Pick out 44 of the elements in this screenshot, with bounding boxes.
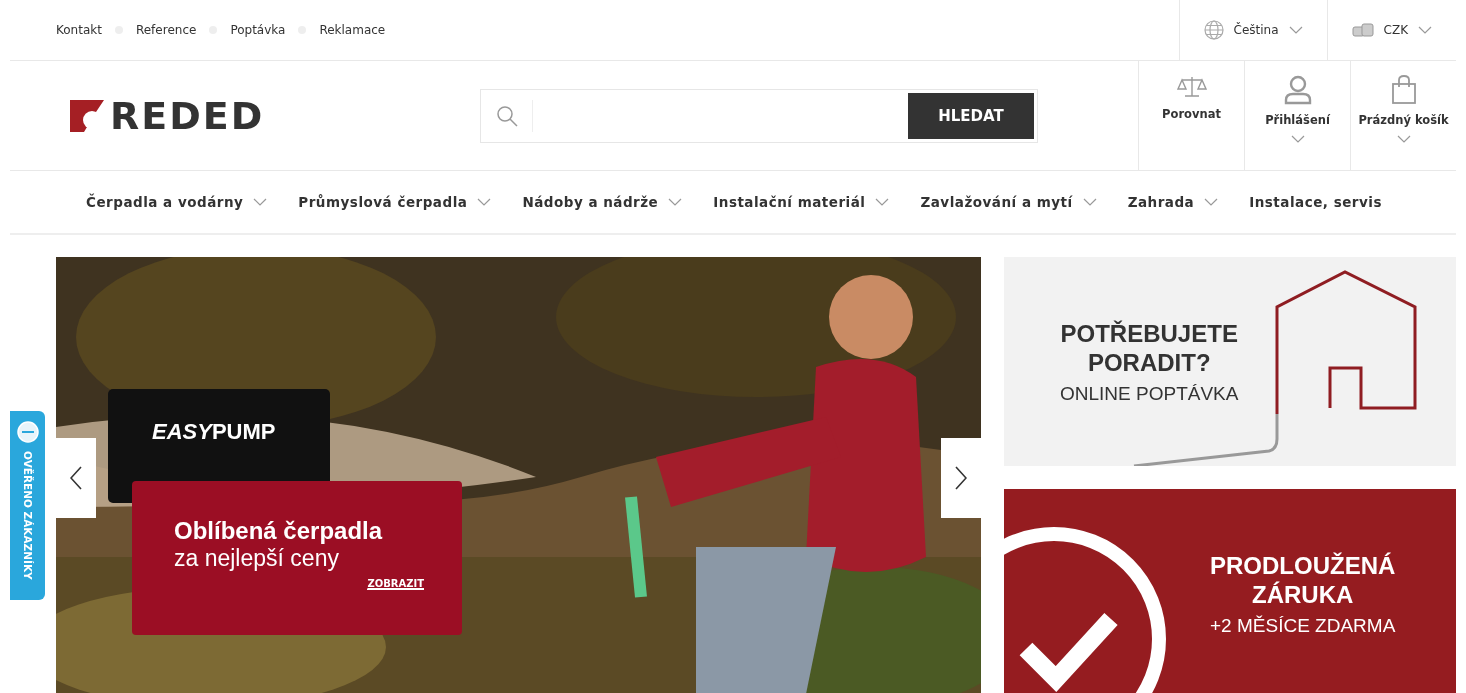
scales-icon: [1176, 75, 1207, 99]
header-action[interactable]: Přihlášení: [1244, 61, 1350, 170]
nav-item[interactable]: Zahrada: [1121, 193, 1225, 211]
nav-item[interactable]: Nádoby a nádrže: [516, 193, 689, 211]
nav-item[interactable]: Instalace, servis: [1243, 193, 1388, 211]
search-field[interactable]: HLEDAT: [480, 88, 1038, 143]
promo-banner[interactable]: PRODLOUŽENÁ ZÁRUKA +2 MĚSÍCE ZDARMA: [1004, 489, 1456, 693]
logo-mark-icon: [70, 97, 106, 134]
brand-name: EASYPUMP: [152, 419, 276, 444]
search-button[interactable]: HLEDAT: [908, 92, 1034, 139]
promo-banner[interactable]: POTŘEBUJETE PORADIT? ONLINE POPTÁVKA: [1004, 257, 1456, 466]
previous-button[interactable]: [56, 438, 96, 518]
top-link[interactable]: Reference: [135, 23, 197, 37]
chevron-down-icon: [1288, 26, 1303, 34]
show-link[interactable]: ZOBRAZIT: [367, 578, 424, 590]
chevron-left-icon: [70, 466, 82, 490]
banner-title: POTŘEBUJETE: [1060, 318, 1238, 348]
shopping-bag-icon: [1390, 75, 1417, 105]
chevron-right-icon: [955, 466, 967, 490]
banner-title: PRODLOUŽENÁ: [1210, 551, 1396, 580]
promo-title: Oblíbená čerpadla: [174, 517, 384, 545]
header-action[interactable]: Prázdný košík: [1350, 61, 1456, 170]
header-action[interactable]: Porovnat: [1138, 61, 1244, 170]
chevron-down-icon: [1418, 26, 1432, 34]
promo-subtitle: za nejlepší ceny: [174, 545, 340, 572]
top-link[interactable]: Reklamace: [319, 23, 386, 37]
nav-item[interactable]: Čerpadla a vodárny: [80, 193, 274, 211]
nav-item[interactable]: Průmyslová čerpadla: [292, 193, 498, 211]
nav-item[interactable]: Zavlažování a mytí: [914, 193, 1103, 211]
banner-subtitle: ONLINE POPTÁVKA: [1060, 382, 1239, 405]
logo[interactable]: REDED: [110, 93, 265, 138]
top-link[interactable]: Poptávka: [230, 23, 286, 37]
coins-icon: [1351, 23, 1374, 37]
banner-title: PORADIT?: [1087, 347, 1211, 377]
banner-subtitle: +2 MĚSÍCE ZDARMA: [1210, 615, 1396, 637]
top-link[interactable]: Kontakt: [56, 23, 102, 37]
banner-title: ZÁRUKA: [1252, 580, 1354, 609]
user-icon: [1282, 75, 1313, 105]
next-button[interactable]: [941, 438, 981, 518]
search-icon: [496, 104, 518, 127]
language-selector[interactable]: Čeština: [1178, 0, 1327, 60]
globe-icon: [1203, 20, 1224, 40]
nav-item[interactable]: Instalační materiál: [707, 193, 896, 211]
currency-selector[interactable]: CZK: [1326, 0, 1456, 60]
